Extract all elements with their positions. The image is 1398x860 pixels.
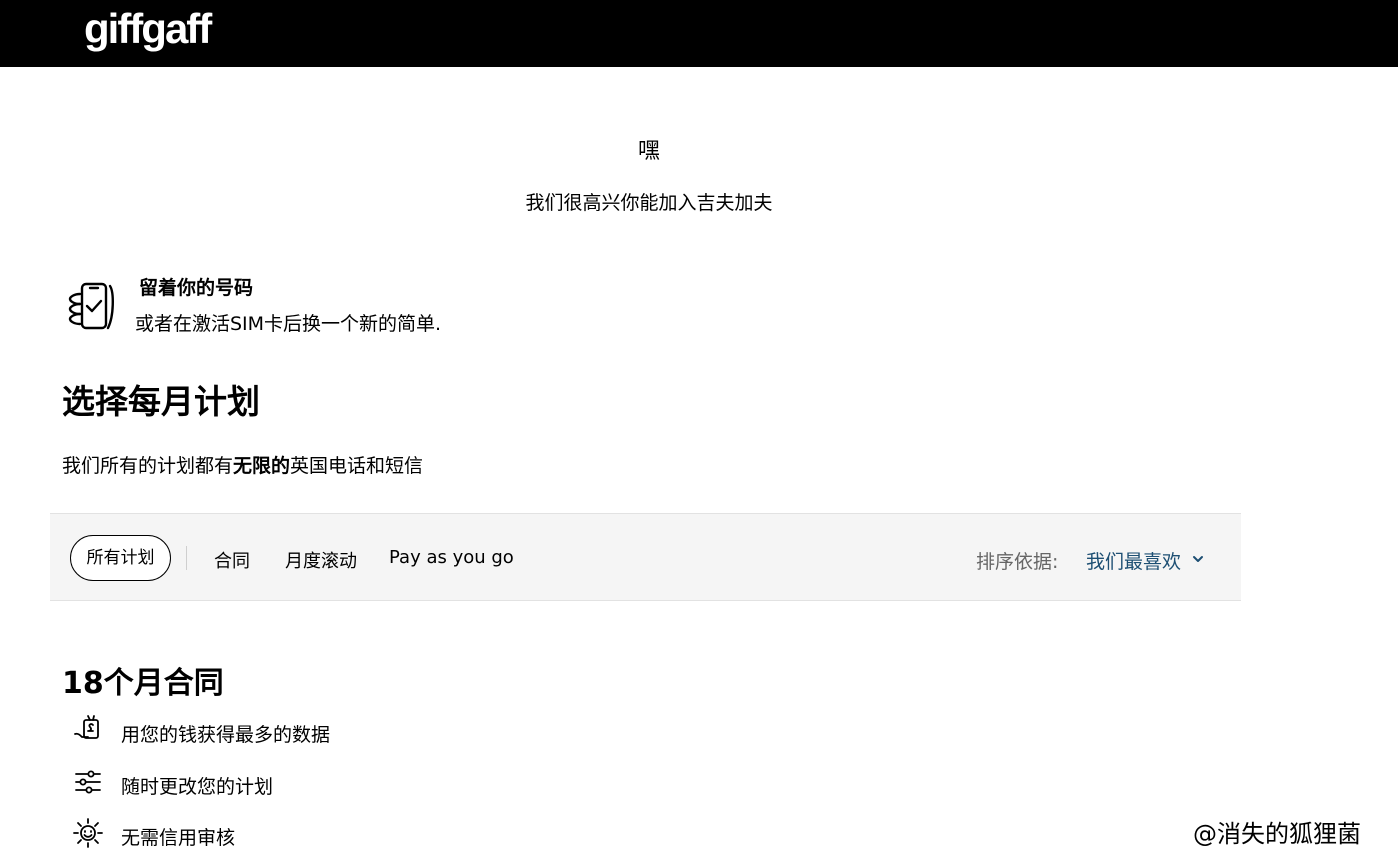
feature-text: 无需信用审核 [121, 827, 236, 849]
feature-text: 用您的钱获得最多的数据 [121, 724, 331, 746]
sort-dropdown[interactable]: 我们最喜欢 [1086, 547, 1181, 574]
tab-all-plans[interactable]: 所有计划 [70, 535, 171, 581]
filter-divider [186, 546, 187, 570]
tab-pay-as-you-go[interactable]: Pay as you go [389, 547, 514, 568]
plans-desc-bold: 无限的 [233, 455, 291, 477]
top-bar: giffgaff [0, 0, 1398, 67]
tab-monthly-rolling[interactable]: 月度滚动 [285, 547, 357, 573]
giffgaff-logo[interactable]: giffgaff [84, 4, 212, 54]
greeting-subtitle: 我们很高兴你能加入吉夫加夫 [525, 192, 773, 214]
plans-description: 我们所有的计划都有无限的英国电话和短信 [62, 451, 423, 478]
contract-heading: 18个月合同 [62, 666, 224, 701]
plans-desc-prefix: 我们所有的计划都有 [62, 455, 234, 477]
phone-check-icon [68, 282, 114, 330]
sliders-icon [75, 770, 101, 794]
chevron-down-icon[interactable] [1191, 552, 1205, 566]
plan-filter-bar: 所有计划 合同 月度滚动 Pay as you go 排序依据: 我们最喜欢 [50, 513, 1241, 601]
plans-heading: 选择每月计划 [62, 382, 260, 421]
keep-number-description: 或者在激活SIM卡后换一个新的简单. [135, 313, 442, 335]
sort-label: 排序依据: [976, 551, 1059, 573]
keep-number-title: 留着你的号码 [139, 277, 254, 299]
greeting-title: 嘿 [637, 139, 660, 164]
feature-text: 随时更改您的计划 [121, 776, 274, 798]
sun-icon [73, 818, 103, 848]
plans-desc-suffix: 英国电话和短信 [290, 455, 424, 477]
watermark: @消失的狐狸菌 [1193, 820, 1361, 848]
money-hand-icon [74, 715, 99, 739]
tab-contract[interactable]: 合同 [214, 547, 250, 573]
